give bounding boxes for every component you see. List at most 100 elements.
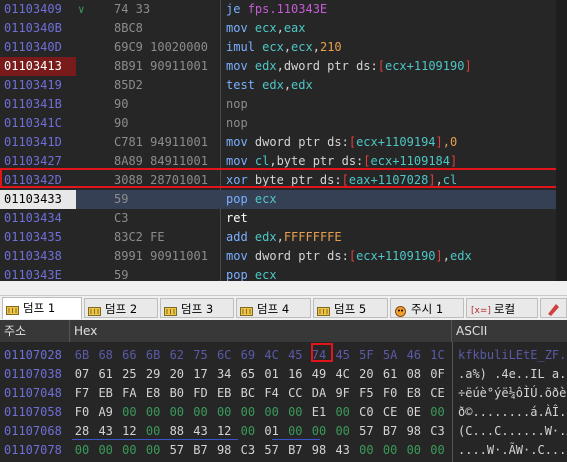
hex-byte[interactable]: 57: [356, 422, 376, 441]
hex-byte[interactable]: 34: [214, 365, 234, 384]
hex-row[interactable]: 01107028 6B 68 66 6B 62 75 6C 69 4C 45 74 45 5F 5A 46 1C…: [0, 346, 567, 365]
hex-byte[interactable]: F0: [72, 403, 92, 422]
instruction-address[interactable]: 0110341D: [0, 133, 76, 152]
hex-byte[interactable]: B0: [167, 384, 187, 403]
hex-byte[interactable]: 00: [72, 441, 92, 460]
hex-byte[interactable]: 62: [167, 346, 187, 365]
hex-byte[interactable]: 45: [333, 346, 353, 365]
hex-byte[interactable]: 57: [262, 441, 282, 460]
disasm-row[interactable]: 01103438 8991 90911001 mov dword ptr ds:[e…: [0, 247, 567, 266]
instruction-address[interactable]: 0110341C: [0, 114, 76, 133]
hex-byte[interactable]: 69: [238, 346, 258, 365]
hex-row[interactable]: 01107048 F7 EB FA E8 B0 FD EB BC F4 CC DA 9F F5 F0 E8 CE…: [0, 384, 567, 403]
ascii-text[interactable]: .a%) .4e..IL a..: [458, 365, 567, 384]
dump-address[interactable]: 01107038: [0, 365, 74, 384]
hex-byte[interactable]: 20: [167, 365, 187, 384]
hex-byte[interactable]: 01: [262, 365, 282, 384]
hex-byte[interactable]: EB: [214, 384, 234, 403]
hex-byte[interactable]: 00: [214, 403, 234, 422]
hex-byte[interactable]: 00: [143, 441, 163, 460]
hex-byte[interactable]: 45: [285, 346, 305, 365]
hex-byte[interactable]: 4C: [262, 346, 282, 365]
hex-byte[interactable]: F4: [262, 384, 282, 403]
disasm-row[interactable]: 0110343E 59 pop ecx: [0, 266, 567, 281]
dump-address[interactable]: 01107028: [0, 346, 74, 365]
hex-byte[interactable]: 6B: [143, 346, 163, 365]
hex-byte[interactable]: 16: [285, 365, 305, 384]
hex-byte[interactable]: 98: [309, 441, 329, 460]
dump-address[interactable]: 01107048: [0, 384, 74, 403]
disasm-row[interactable]: 01103409 ∨ 74 33 je fps.110343E: [0, 0, 567, 19]
hex-byte[interactable]: 00: [96, 441, 116, 460]
hex-byte[interactable]: 49: [309, 365, 329, 384]
hex-byte[interactable]: 66: [119, 346, 139, 365]
hex-byte[interactable]: A9: [96, 403, 116, 422]
hex-byte[interactable]: 61: [380, 365, 400, 384]
hex-byte[interactable]: 29: [143, 365, 163, 384]
hex-byte[interactable]: E8: [404, 384, 424, 403]
hex-byte[interactable]: CE: [428, 384, 448, 403]
ascii-text[interactable]: kfkbuliLEtE_ZF.: [458, 346, 567, 365]
disasm-row[interactable]: 01103435 83C2 FE add edx,FFFFFFFE: [0, 228, 567, 247]
disasm-row[interactable]: 01103433 59 pop ecx: [0, 190, 567, 209]
hex-byte[interactable]: 5A: [380, 346, 400, 365]
disasm-row[interactable]: 0110341D C781 94911001 mov dword ptr ds:[e…: [0, 133, 567, 152]
hex-byte[interactable]: 17: [191, 365, 211, 384]
hex-byte[interactable]: 00: [238, 422, 258, 441]
hex-byte[interactable]: 00: [238, 403, 258, 422]
hex-byte[interactable]: 65: [238, 365, 258, 384]
disasm-row[interactable]: 0110341B 90 nop: [0, 95, 567, 114]
ascii-column-header[interactable]: ASCII: [452, 320, 567, 342]
hex-byte[interactable]: C3: [428, 422, 448, 441]
hex-byte[interactable]: 5F: [356, 346, 376, 365]
hex-byte[interactable]: 00: [428, 441, 448, 460]
hex-byte[interactable]: 1C: [428, 346, 448, 365]
tab-2[interactable]: 덤프 2: [84, 298, 158, 318]
hex-byte[interactable]: 07: [72, 365, 92, 384]
more-tabs-icon[interactable]: [540, 298, 567, 318]
ascii-text[interactable]: ....W·.ÃW·.C....: [458, 441, 567, 460]
instruction-address[interactable]: 01103435: [0, 228, 76, 247]
tab-5[interactable]: 덤프 5: [313, 298, 388, 318]
dump-address[interactable]: 01107068: [0, 422, 74, 441]
disasm-scrollbar[interactable]: [556, 0, 567, 281]
tab-3[interactable]: 덤프 3: [160, 298, 234, 318]
instruction-address[interactable]: 0110343E: [0, 266, 76, 281]
disasm-row[interactable]: 01103434 C3 ret: [0, 209, 567, 228]
hex-byte[interactable]: E8: [143, 384, 163, 403]
instruction-address[interactable]: 01103434: [0, 209, 76, 228]
hex-byte[interactable]: BC: [238, 384, 258, 403]
hex-byte[interactable]: 6B: [72, 346, 92, 365]
disassembly-pane[interactable]: 01103409 ∨ 74 33 je fps.110343E 0110340B 8BC8…: [0, 0, 567, 281]
hex-byte[interactable]: CC: [285, 384, 305, 403]
instruction-address[interactable]: 01103413: [0, 57, 76, 76]
hex-byte[interactable]: 98: [404, 422, 424, 441]
tab-7[interactable]: [x=] 로컬: [466, 298, 538, 318]
hex-byte[interactable]: F7: [72, 384, 92, 403]
hex-byte[interactable]: CE: [380, 403, 400, 422]
hex-byte[interactable]: 00: [262, 403, 282, 422]
hex-byte[interactable]: 00: [167, 403, 187, 422]
disasm-row[interactable]: 01103419 85D2 test edx,edx: [0, 76, 567, 95]
hex-byte[interactable]: FD: [191, 384, 211, 403]
hex-byte[interactable]: FA: [119, 384, 139, 403]
hex-byte[interactable]: DA: [309, 384, 329, 403]
hex-byte[interactable]: EB: [96, 384, 116, 403]
hex-byte[interactable]: 61: [96, 365, 116, 384]
hex-byte[interactable]: 00: [191, 403, 211, 422]
disasm-row[interactable]: 0110340D 69C9 10020000 imul ecx,ecx,210: [0, 38, 567, 57]
tab-1[interactable]: 덤프 1: [2, 297, 82, 319]
hex-byte[interactable]: 00: [143, 403, 163, 422]
instruction-address[interactable]: 0110340B: [0, 19, 76, 38]
hex-byte[interactable]: 00: [333, 422, 353, 441]
hex-byte[interactable]: E1: [309, 403, 329, 422]
hex-byte[interactable]: 0E: [404, 403, 424, 422]
hex-byte[interactable]: 57: [167, 441, 187, 460]
disasm-row[interactable]: 0110340B 8BC8 mov ecx,eax: [0, 19, 567, 38]
hex-byte[interactable]: 00: [404, 441, 424, 460]
hex-column-header[interactable]: Hex: [70, 320, 452, 342]
hex-byte[interactable]: B7: [191, 441, 211, 460]
hex-byte[interactable]: 46: [404, 346, 424, 365]
tab-6[interactable]: 주시 1: [390, 298, 464, 318]
instruction-address[interactable]: 01103433: [0, 190, 76, 209]
